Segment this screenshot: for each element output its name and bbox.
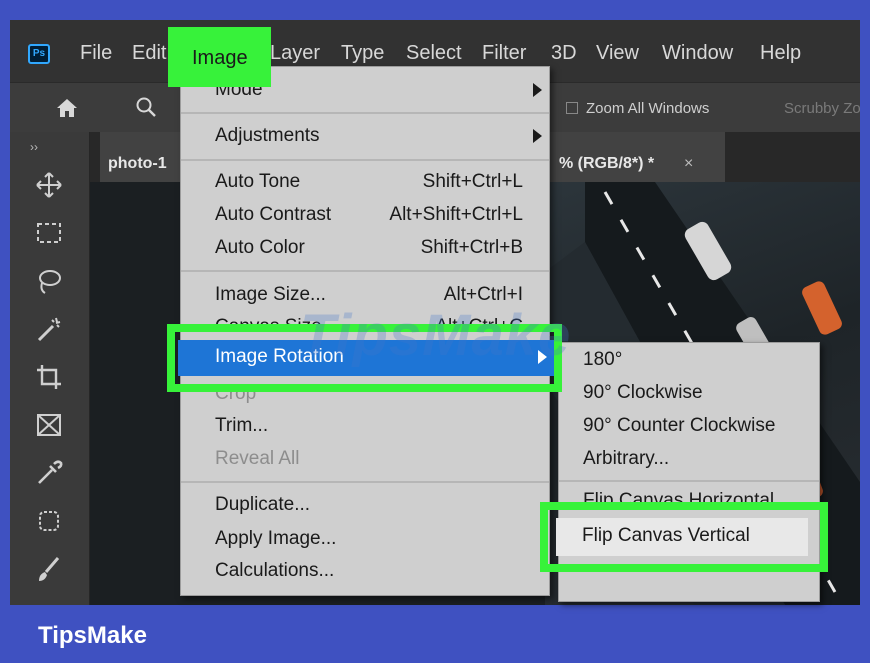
home-icon[interactable]: [56, 98, 78, 118]
menu-3d[interactable]: 3D: [551, 42, 577, 65]
menu-file[interactable]: File: [80, 42, 112, 65]
menu-item-calculations[interactable]: Calculations...: [215, 560, 334, 582]
submenu-item-90-counter-clockwise[interactable]: 90° Counter Clockwise: [583, 415, 775, 437]
menu-window[interactable]: Window: [662, 42, 733, 65]
zoom-all-windows-option[interactable]: Zoom All Windows: [566, 100, 709, 117]
submenu-arrow-icon: [533, 129, 542, 143]
menu-item-adjustments[interactable]: Adjustments: [215, 125, 320, 147]
menu-item-auto-contrast[interactable]: Auto Contrast: [215, 204, 331, 226]
menu-item-reveal-all[interactable]: Reveal All: [215, 448, 300, 470]
menu-separator: [181, 159, 549, 161]
menu-separator: [181, 112, 549, 114]
submenu-item-arbitrary[interactable]: Arbitrary...: [583, 448, 669, 470]
menu-select[interactable]: Select: [406, 42, 462, 65]
menu-image[interactable]: Image: [192, 47, 248, 70]
menu-separator: [181, 270, 549, 272]
scrubby-zoom-option[interactable]: Scrubby Zo: [784, 100, 860, 117]
menu-item-auto-color[interactable]: Auto Color: [215, 237, 305, 259]
submenu-arrow-icon: [533, 83, 542, 97]
menu-item-apply-image[interactable]: Apply Image...: [215, 528, 336, 550]
shortcut-auto-contrast: Alt+Shift+Ctrl+L: [389, 204, 523, 225]
eyedropper-tool-icon[interactable]: [34, 458, 64, 488]
document-tab-title: photo-1: [108, 155, 167, 172]
move-tool-icon[interactable]: [34, 170, 64, 200]
menu-type[interactable]: Type: [341, 42, 384, 65]
shortcut-auto-tone: Shift+Ctrl+L: [422, 171, 523, 192]
footer-brand: TipsMake: [38, 622, 147, 649]
menu-item-duplicate[interactable]: Duplicate...: [215, 494, 310, 516]
crop-tool-icon[interactable]: [34, 362, 64, 392]
frame-tool-icon[interactable]: [34, 410, 64, 440]
photoshop-logo-icon: Ps: [28, 44, 50, 64]
healing-brush-icon[interactable]: [34, 506, 64, 536]
menu-item-trim[interactable]: Trim...: [215, 415, 268, 437]
submenu-item-180[interactable]: 180°: [583, 349, 622, 371]
lasso-tool-icon[interactable]: [34, 266, 64, 296]
menu-filter[interactable]: Filter: [482, 42, 526, 65]
close-icon[interactable]: ×: [684, 155, 693, 173]
image-menu-highlight: Image: [168, 27, 271, 87]
menu-item-auto-tone[interactable]: Auto Tone: [215, 171, 300, 193]
magic-wand-icon[interactable]: [34, 314, 64, 344]
submenu-item-90-clockwise[interactable]: 90° Clockwise: [583, 382, 703, 404]
panel-collapse-icon[interactable]: ››: [30, 140, 38, 154]
checkbox-icon[interactable]: [566, 102, 578, 114]
watermark-logo: TipsMake: [300, 303, 572, 368]
marquee-tool-icon[interactable]: [34, 218, 64, 248]
brush-tool-icon[interactable]: [34, 554, 64, 584]
menu-layer[interactable]: Layer: [270, 42, 320, 65]
menu-view[interactable]: View: [596, 42, 639, 65]
flip-vertical-highlight: [540, 502, 828, 572]
document-tab-mode: % (RGB/8*) *: [559, 155, 655, 172]
menu-separator: [559, 480, 819, 482]
menu-edit[interactable]: Edit: [132, 42, 166, 65]
menu-separator: [181, 481, 549, 483]
zoom-all-windows-label: Zoom All Windows: [586, 100, 710, 117]
tools-panel: ››: [10, 132, 90, 605]
zoom-tool-icon[interactable]: [135, 96, 157, 118]
shortcut-auto-color: Shift+Ctrl+B: [420, 237, 523, 258]
menu-help[interactable]: Help: [760, 42, 801, 65]
